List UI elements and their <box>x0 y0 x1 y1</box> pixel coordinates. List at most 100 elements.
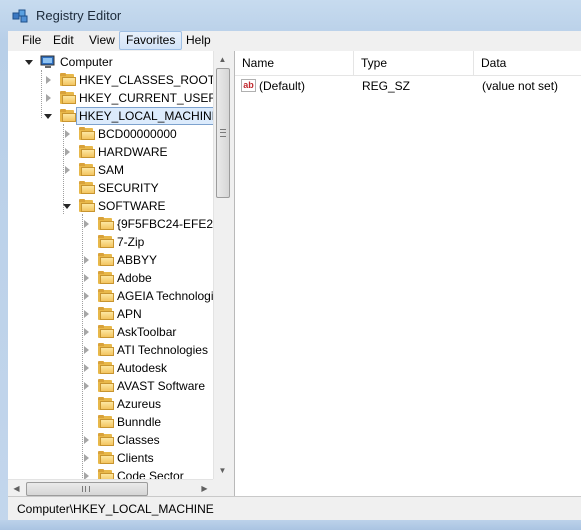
tree-node-software-child[interactable]: ATI Technologies <box>8 341 213 359</box>
tree-node-security[interactable]: SECURITY <box>8 179 213 197</box>
folder-icon <box>98 415 114 428</box>
folder-icon <box>60 91 76 104</box>
expand-arrow-icon[interactable] <box>46 76 51 84</box>
tree-node-software[interactable]: SOFTWARE <box>8 197 213 215</box>
value-data: (value not set) <box>482 79 559 93</box>
tree-node-software-child[interactable]: Clients <box>8 449 213 467</box>
tree-label: APN <box>117 307 142 321</box>
tree-node-hardware[interactable]: HARDWARE <box>8 143 213 161</box>
tree-node-software-child[interactable]: Classes <box>8 431 213 449</box>
tree-horizontal-scrollbar[interactable]: ◀ ▶ <box>8 479 213 496</box>
value-type: REG_SZ <box>362 79 411 93</box>
folder-icon <box>98 397 114 410</box>
tree-label: Code Sector <box>117 469 184 479</box>
grip-icon <box>220 129 226 137</box>
expand-arrow-icon[interactable] <box>84 328 89 336</box>
folder-icon <box>98 433 114 446</box>
tree-node-software-child[interactable]: {9F5FBC24-EFE2-4 <box>8 215 224 233</box>
column-header-row: Name Type Data <box>235 51 581 76</box>
collapse-arrow-icon[interactable] <box>25 60 33 65</box>
tree-node-hkcr[interactable]: HKEY_CLASSES_ROOT <box>8 71 215 89</box>
folder-icon <box>98 379 114 392</box>
tree-node-bcd[interactable]: BCD00000000 <box>8 125 213 143</box>
tree-label: Classes <box>117 433 160 447</box>
expand-arrow-icon[interactable] <box>46 94 51 102</box>
expand-arrow-icon[interactable] <box>84 256 89 264</box>
tree-node-hklm[interactable]: HKEY_LOCAL_MACHINE <box>8 107 223 125</box>
tree-label: Adobe <box>117 271 152 285</box>
menu-file[interactable]: File <box>16 31 47 50</box>
expand-arrow-icon[interactable] <box>84 310 89 318</box>
tree-label: HKEY_CLASSES_ROOT <box>79 73 216 87</box>
scrollbar-corner <box>213 479 230 496</box>
values-list[interactable]: Name Type Data ab (Default) REG_SZ (valu… <box>235 51 581 496</box>
column-header-type[interactable]: Type <box>354 51 474 75</box>
folder-icon <box>79 145 95 158</box>
expand-arrow-icon[interactable] <box>84 220 89 228</box>
expand-arrow-icon[interactable] <box>84 346 89 354</box>
menu-favorites[interactable]: Favorites <box>119 31 183 50</box>
expand-arrow-icon[interactable] <box>84 382 89 390</box>
tree-vertical-scrollbar[interactable]: ▲ ▼ <box>213 51 230 479</box>
grip-icon <box>82 486 90 492</box>
folder-icon <box>98 235 114 248</box>
tree-node-software-child[interactable]: AGEIA Technologi <box>8 287 214 305</box>
tree-node-software-child[interactable]: Adobe <box>8 269 213 287</box>
expand-arrow-icon[interactable] <box>84 454 89 462</box>
tree-node-software-child[interactable]: AskToolbar <box>8 323 213 341</box>
tree-node-software-child[interactable]: Autodesk <box>8 359 213 377</box>
registry-tree[interactable]: Computer HKEY_CLASSES_ROOT HKEY_CURRENT_… <box>8 51 231 496</box>
menu-bar: File Edit View Favorites Help <box>8 31 581 52</box>
folder-icon <box>98 325 114 338</box>
expand-arrow-icon[interactable] <box>65 166 70 174</box>
tree-node-software-child[interactable]: ABBYY <box>8 251 213 269</box>
folder-icon <box>79 163 95 176</box>
menu-edit[interactable]: Edit <box>47 31 80 50</box>
column-header-name[interactable]: Name <box>235 51 354 75</box>
expand-arrow-icon[interactable] <box>84 274 89 282</box>
tree-label: SAM <box>98 163 125 177</box>
tree-node-software-child[interactable]: AVAST Software <box>8 377 213 395</box>
title-bar[interactable]: Registry Editor <box>0 0 581 31</box>
tree-label: ATI Technologies <box>117 343 208 357</box>
tree-node-software-child[interactable]: Code Sector <box>8 467 213 479</box>
expand-arrow-icon[interactable] <box>84 364 89 372</box>
tree-label: ABBYY <box>117 253 158 267</box>
tree-label: Computer <box>60 55 113 69</box>
column-header-data[interactable]: Data <box>474 51 581 75</box>
expand-arrow-icon[interactable] <box>65 148 70 156</box>
menu-view[interactable]: View <box>83 31 121 50</box>
scroll-up-arrow-icon[interactable]: ▲ <box>214 51 230 68</box>
folder-icon <box>98 361 114 374</box>
tree-label-selected: HKEY_LOCAL_MACHINE <box>76 107 223 125</box>
tree-node-software-child[interactable]: 7-Zip <box>8 233 213 251</box>
scroll-left-arrow-icon[interactable]: ◀ <box>8 480 25 496</box>
tree-node-software-child[interactable]: Azureus <box>8 395 213 413</box>
tree-label: HARDWARE <box>98 145 168 159</box>
scroll-right-arrow-icon[interactable]: ▶ <box>196 480 213 496</box>
scroll-thumb[interactable] <box>216 68 230 198</box>
scroll-thumb[interactable] <box>26 482 148 496</box>
window-frame: Registry Editor File Edit View Favorites… <box>0 0 581 530</box>
tree-node-software-child[interactable]: Bunndle <box>8 413 213 431</box>
expand-arrow-icon[interactable] <box>84 436 89 444</box>
expand-arrow-icon[interactable] <box>84 472 89 479</box>
tree-node-software-child[interactable]: APN <box>8 305 213 323</box>
tree-label: AVAST Software <box>117 379 206 393</box>
tree-node-sam[interactable]: SAM <box>8 161 213 179</box>
folder-icon <box>60 109 76 122</box>
collapse-arrow-icon[interactable] <box>63 204 71 209</box>
expand-arrow-icon[interactable] <box>65 130 70 138</box>
tree-label: AskToolbar <box>117 325 177 339</box>
tree-node-hkcu[interactable]: HKEY_CURRENT_USER <box>8 89 217 107</box>
tree-label: Clients <box>117 451 154 465</box>
menu-help[interactable]: Help <box>180 31 217 50</box>
folder-icon <box>98 469 114 479</box>
collapse-arrow-icon[interactable] <box>44 114 52 119</box>
expand-arrow-icon[interactable] <box>84 292 89 300</box>
tree-node-computer[interactable]: Computer <box>8 53 213 71</box>
scroll-down-arrow-icon[interactable]: ▼ <box>214 462 230 479</box>
value-row[interactable]: ab (Default) REG_SZ (value not set) <box>235 77 581 95</box>
tree-label: HKEY_CURRENT_USER <box>79 91 218 105</box>
registry-editor-icon <box>12 9 28 23</box>
